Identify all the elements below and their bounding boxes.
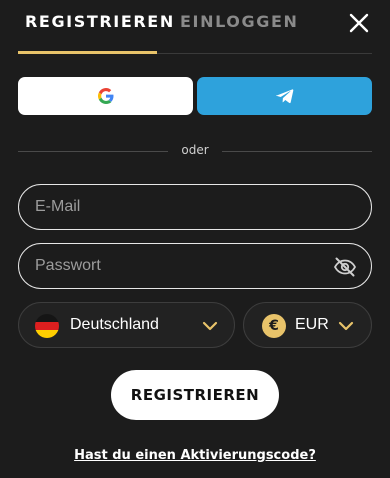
register-submit-button[interactable]: REGISTRIEREN — [111, 370, 279, 420]
euro-coin-icon: € — [262, 314, 286, 338]
country-selected-value: Deutschland — [70, 316, 159, 333]
country-select[interactable]: Deutschland — [18, 302, 235, 348]
germany-flag-icon — [35, 314, 59, 338]
eye-off-icon — [333, 257, 357, 277]
currency-select[interactable]: € EUR — [243, 302, 372, 348]
google-icon — [97, 88, 113, 104]
auth-tabs: REGISTRIEREN EINLOGGEN — [18, 0, 372, 54]
password-field-container — [18, 243, 372, 289]
telegram-icon — [275, 89, 293, 104]
chevron-down-icon — [202, 321, 218, 331]
tab-login[interactable]: EINLOGGEN — [180, 12, 299, 31]
divider-line-right — [222, 151, 372, 152]
close-icon — [349, 13, 369, 33]
email-field-container — [18, 184, 372, 230]
active-tab-indicator — [18, 51, 157, 54]
close-button[interactable] — [348, 12, 370, 34]
password-input[interactable] — [35, 244, 335, 288]
divider-text: oder — [181, 143, 209, 157]
telegram-login-button[interactable] — [197, 77, 372, 115]
activation-code-link[interactable]: Hast du einen Aktivierungscode? — [74, 448, 316, 463]
currency-selected-value: EUR — [295, 316, 329, 333]
activation-code-row: Hast du einen Aktivierungscode? — [0, 444, 390, 463]
tab-register[interactable]: REGISTRIEREN — [25, 12, 175, 31]
chevron-down-icon — [338, 321, 354, 331]
google-login-button[interactable] — [18, 77, 193, 115]
email-input[interactable] — [35, 185, 335, 229]
password-visibility-toggle[interactable] — [333, 255, 357, 279]
or-divider: oder — [18, 141, 372, 161]
